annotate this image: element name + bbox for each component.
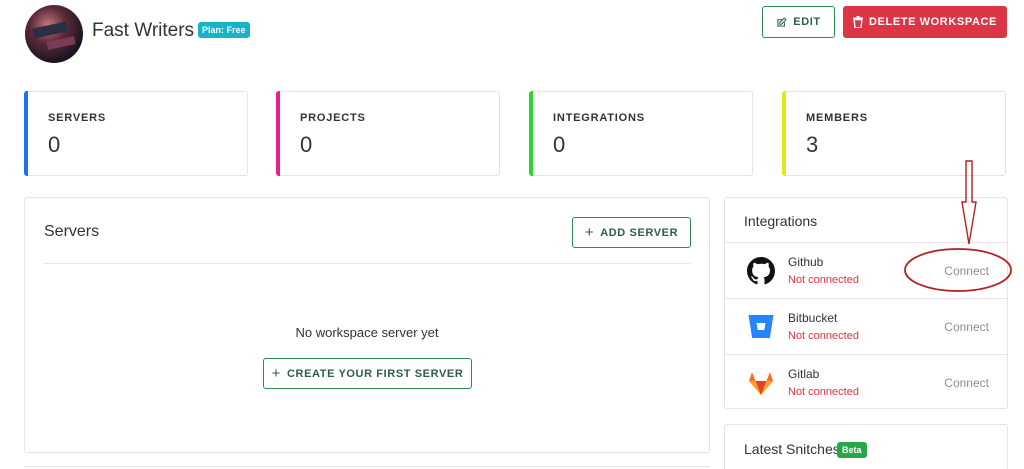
stat-accent — [24, 91, 28, 176]
servers-panel: Servers + ADD SERVER No workspace server… — [24, 197, 710, 453]
integration-row-gitlab: Gitlab Not connected Connect — [725, 354, 1007, 410]
integration-row-bitbucket: Bitbucket Not connected Connect — [725, 298, 1007, 354]
stat-label: INTEGRATIONS — [553, 112, 645, 124]
connect-gitlab-link[interactable]: Connect — [944, 376, 989, 390]
stat-accent — [529, 91, 533, 176]
beta-badge: Beta — [837, 442, 867, 458]
stat-value: 0 — [300, 132, 313, 157]
create-first-server-button[interactable]: + CREATE YOUR FIRST SERVER — [263, 358, 472, 389]
connect-bitbucket-link[interactable]: Connect — [944, 320, 989, 334]
stat-value: 0 — [48, 132, 61, 157]
edit-button[interactable]: EDIT — [762, 6, 835, 38]
stat-card-projects: PROJECTS 0 — [276, 91, 500, 176]
add-server-label: ADD SERVER — [600, 226, 679, 239]
stat-label: MEMBERS — [806, 112, 868, 124]
delete-label: DELETE WORKSPACE — [869, 16, 997, 28]
stat-accent — [276, 91, 280, 176]
create-server-label: CREATE YOUR FIRST SERVER — [287, 367, 464, 380]
integration-name: Github — [788, 255, 824, 269]
stat-card-servers: SERVERS 0 — [24, 91, 248, 176]
trash-icon — [853, 16, 864, 28]
stat-value: 3 — [806, 132, 819, 157]
add-server-button[interactable]: + ADD SERVER — [572, 217, 691, 248]
stat-accent — [782, 91, 786, 176]
annotation-arrow-icon — [961, 160, 977, 245]
stat-label: SERVERS — [48, 112, 106, 124]
integration-status: Not connected — [788, 330, 859, 342]
integration-status: Not connected — [788, 274, 859, 286]
integration-name: Gitlab — [788, 367, 820, 381]
snitches-title: Latest Snitches — [744, 441, 840, 457]
annotation-ellipse — [904, 248, 1012, 292]
latest-snitches-panel: Latest Snitches Beta — [724, 424, 1008, 469]
plus-icon: + — [584, 224, 595, 241]
servers-title: Servers — [44, 223, 100, 240]
empty-state-text: No workspace server yet — [295, 325, 439, 340]
plus-icon: + — [271, 365, 281, 382]
integration-name: Bitbucket — [788, 311, 838, 325]
workspace-title: Fast Writers — [92, 20, 195, 41]
edit-label: EDIT — [793, 16, 821, 28]
github-icon — [747, 257, 775, 285]
annotation-overlay — [904, 160, 1012, 292]
edit-icon — [777, 16, 787, 27]
stat-value: 0 — [553, 132, 566, 157]
divider — [43, 263, 691, 264]
workspace-header: Fast Writers Plan: Free EDIT DELETE WORK… — [0, 0, 1024, 80]
integrations-title: Integrations — [744, 213, 818, 229]
bitbucket-icon — [748, 315, 774, 338]
delete-workspace-button[interactable]: DELETE WORKSPACE — [843, 6, 1007, 38]
stat-label: PROJECTS — [300, 112, 366, 124]
integration-status: Not connected — [788, 386, 859, 398]
gitlab-icon — [749, 372, 773, 395]
stat-card-integrations: INTEGRATIONS 0 — [529, 91, 753, 176]
plan-badge: Plan: Free — [198, 22, 250, 38]
workspace-avatar — [25, 5, 83, 63]
